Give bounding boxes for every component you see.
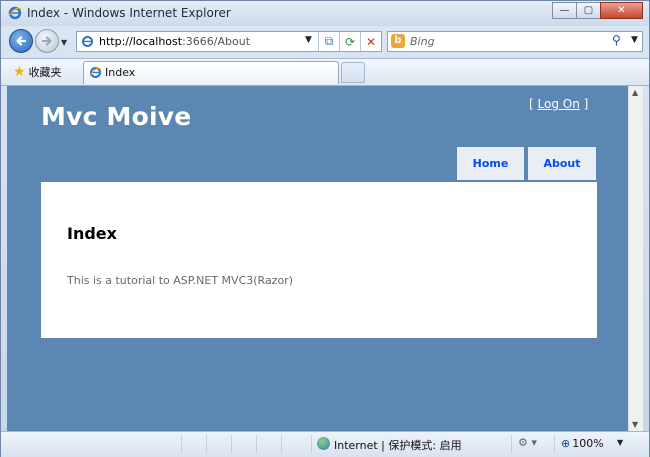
window-controls: — ▢ ✕ <box>552 2 643 19</box>
url-text[interactable]: http://localhost:3666/About <box>99 35 250 48</box>
status-divider <box>311 435 312 453</box>
url-path: :3666/About <box>182 35 251 48</box>
back-arrow-icon <box>16 36 27 46</box>
security-settings-icon[interactable]: ⚙ ▾ <box>518 436 537 449</box>
page-heading: Index <box>67 224 117 243</box>
log-on-link[interactable]: Log On <box>538 97 580 111</box>
ie-logo-icon <box>8 6 22 20</box>
zoom-dropdown-icon[interactable]: ▼ <box>617 438 623 447</box>
stop-button[interactable]: ✕ <box>360 32 381 51</box>
login-bracket-open: [ <box>529 97 538 111</box>
page-icon <box>82 36 93 47</box>
status-divider <box>511 435 512 453</box>
title-bar: Index - Windows Internet Explorer — ▢ ✕ <box>1 1 649 26</box>
status-divider <box>256 435 257 453</box>
search-options-dropdown[interactable]: ▼ <box>631 35 638 45</box>
scroll-down-icon[interactable]: ▼ <box>632 420 638 429</box>
browser-window: Index - Windows Internet Explorer — ▢ ✕ … <box>0 0 650 457</box>
status-divider <box>231 435 232 453</box>
bing-logo-icon: b <box>391 34 405 48</box>
security-zone-text[interactable]: Internet | 保护模式: 启用 <box>334 437 462 453</box>
minimize-button[interactable]: — <box>552 2 577 19</box>
site-title: Mvc Moive <box>41 102 192 131</box>
zoom-control[interactable]: ⊕ 100% <box>561 437 604 450</box>
address-bar[interactable]: http://localhost:3666/About ▼ ⧉ ⟳ ✕ <box>76 31 382 52</box>
status-divider <box>281 435 282 453</box>
search-icon[interactable]: ⚲ <box>612 33 621 47</box>
back-button[interactable] <box>9 29 33 53</box>
main-content: Index This is a tutorial to ASP.NET MVC3… <box>41 182 597 338</box>
status-divider <box>181 435 182 453</box>
history-dropdown[interactable]: ▼ <box>61 38 67 47</box>
window-title: Index - Windows Internet Explorer <box>27 6 231 20</box>
favorites-button[interactable]: ★ 收藏夹 <box>13 64 62 80</box>
forward-arrow-icon <box>41 36 52 46</box>
vertical-scrollbar[interactable]: ▲ ▼ <box>628 86 643 431</box>
scroll-up-icon[interactable]: ▲ <box>632 88 638 97</box>
internet-zone-icon <box>317 437 330 450</box>
star-icon: ★ <box>13 64 26 80</box>
status-bar: Internet | 保护模式: 启用 ⚙ ▾ ⊕ 100% ▼ <box>1 431 649 457</box>
login-bracket-close: ] <box>579 97 589 111</box>
refresh-button[interactable]: ⟳ <box>339 32 360 51</box>
address-toolbar: ▼ http://localhost:3666/About ▼ ⧉ ⟳ ✕ b … <box>1 26 649 57</box>
page-body-text: This is a tutorial to ASP.NET MVC3(Razor… <box>67 274 293 287</box>
close-button[interactable]: ✕ <box>600 2 643 19</box>
menu-item-home[interactable]: Home <box>457 147 524 180</box>
status-divider <box>206 435 207 453</box>
maximize-button[interactable]: ▢ <box>576 2 601 19</box>
search-placeholder[interactable]: Bing <box>410 35 435 48</box>
address-dropdown-icon[interactable]: ▼ <box>305 35 312 45</box>
forward-button[interactable] <box>35 29 59 53</box>
search-box[interactable]: b Bing ⚲ ▼ <box>387 31 643 52</box>
compatibility-view-button[interactable]: ⧉ <box>318 32 339 51</box>
main-menu: Home About <box>457 147 596 180</box>
tab-index[interactable]: Index <box>83 61 339 84</box>
ie-tab-icon <box>89 67 102 78</box>
favorites-bar: ★ 收藏夹 Index <box>1 58 649 86</box>
zoom-icon: ⊕ <box>561 437 571 450</box>
page-viewport: Mvc Moive [ Log On ] Home About Index Th… <box>7 86 628 431</box>
menu-item-about[interactable]: About <box>528 147 596 180</box>
status-divider <box>554 435 555 453</box>
tab-label: Index <box>105 66 136 79</box>
login-display: [ Log On ] <box>529 97 588 111</box>
favorites-label: 收藏夹 <box>28 66 62 79</box>
zoom-level: 100% <box>572 437 604 450</box>
url-host: http://localhost <box>99 35 183 48</box>
new-tab-button[interactable] <box>341 62 365 83</box>
